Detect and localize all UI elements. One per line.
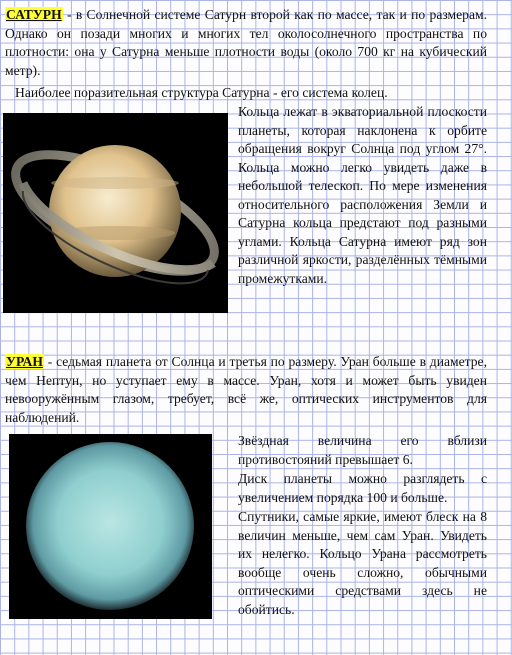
saturn-intro-text: - в Солнечной системе Сатурн второй как …: [5, 7, 487, 78]
saturn-rings-text: Кольца лежат в экваториальной плоскости …: [238, 104, 487, 286]
uranus-intro-text: - седьмая планета от Солнца и третья по …: [5, 354, 487, 425]
uranus-disk-text: Диск планеты можно разглядеть с увеличен…: [238, 471, 487, 505]
uranus-intro-paragraph: УРАН - седьмая планета от Солнца и треть…: [5, 353, 487, 427]
saturn-rings-lead: Наиболее поразительная структура Сатурна…: [15, 85, 388, 100]
uranus-heading: УРАН: [5, 354, 44, 369]
uranus-satellites-text: Спутники, самые яркие, имеют блеск на 8 …: [238, 509, 487, 617]
saturn-image: [3, 113, 228, 313]
saturn-planet-icon: [3, 113, 228, 313]
uranus-image: [9, 434, 212, 619]
uranus-planet-icon: [9, 434, 212, 619]
saturn-intro-paragraph: САТУРН - в Солнечной системе Сатурн втор…: [5, 6, 487, 80]
uranus-magnitude-text: Звёздная величина его вблизи противостоя…: [238, 433, 487, 467]
saturn-heading: САТУРН: [5, 7, 63, 22]
worksheet-page: САТУРН - в Солнечной системе Сатурн втор…: [0, 0, 512, 655]
